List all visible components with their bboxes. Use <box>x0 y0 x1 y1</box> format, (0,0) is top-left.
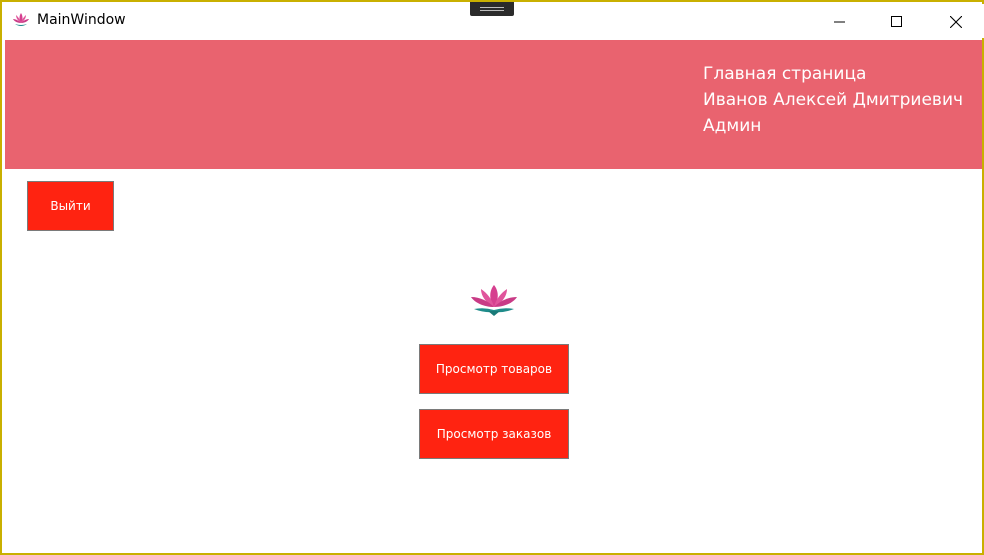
view-orders-button[interactable]: Просмотр заказов <box>419 409 569 459</box>
lotus-icon <box>466 283 522 317</box>
page-title: Главная страница <box>703 64 867 84</box>
main-window: MainWindow Главная страница Иванов Алекс… <box>0 0 984 555</box>
user-info: Главная страница Иванов Алексей Дмитриев… <box>703 61 963 139</box>
minimize-button[interactable] <box>817 6 863 38</box>
close-button[interactable] <box>933 6 979 38</box>
window-drag-handle[interactable] <box>470 2 514 16</box>
user-name: Иванов Алексей Дмитриевич <box>703 90 964 110</box>
user-role: Админ <box>703 116 762 136</box>
close-icon <box>950 16 962 28</box>
exit-button[interactable]: Выйти <box>27 181 114 231</box>
lotus-icon <box>12 12 30 28</box>
window-title: MainWindow <box>37 12 126 28</box>
maximize-icon <box>891 16 902 27</box>
maximize-button[interactable] <box>874 6 920 38</box>
minimize-icon <box>834 21 845 23</box>
view-products-button[interactable]: Просмотр товаров <box>419 344 569 394</box>
header-banner: Главная страница Иванов Алексей Дмитриев… <box>5 40 982 169</box>
